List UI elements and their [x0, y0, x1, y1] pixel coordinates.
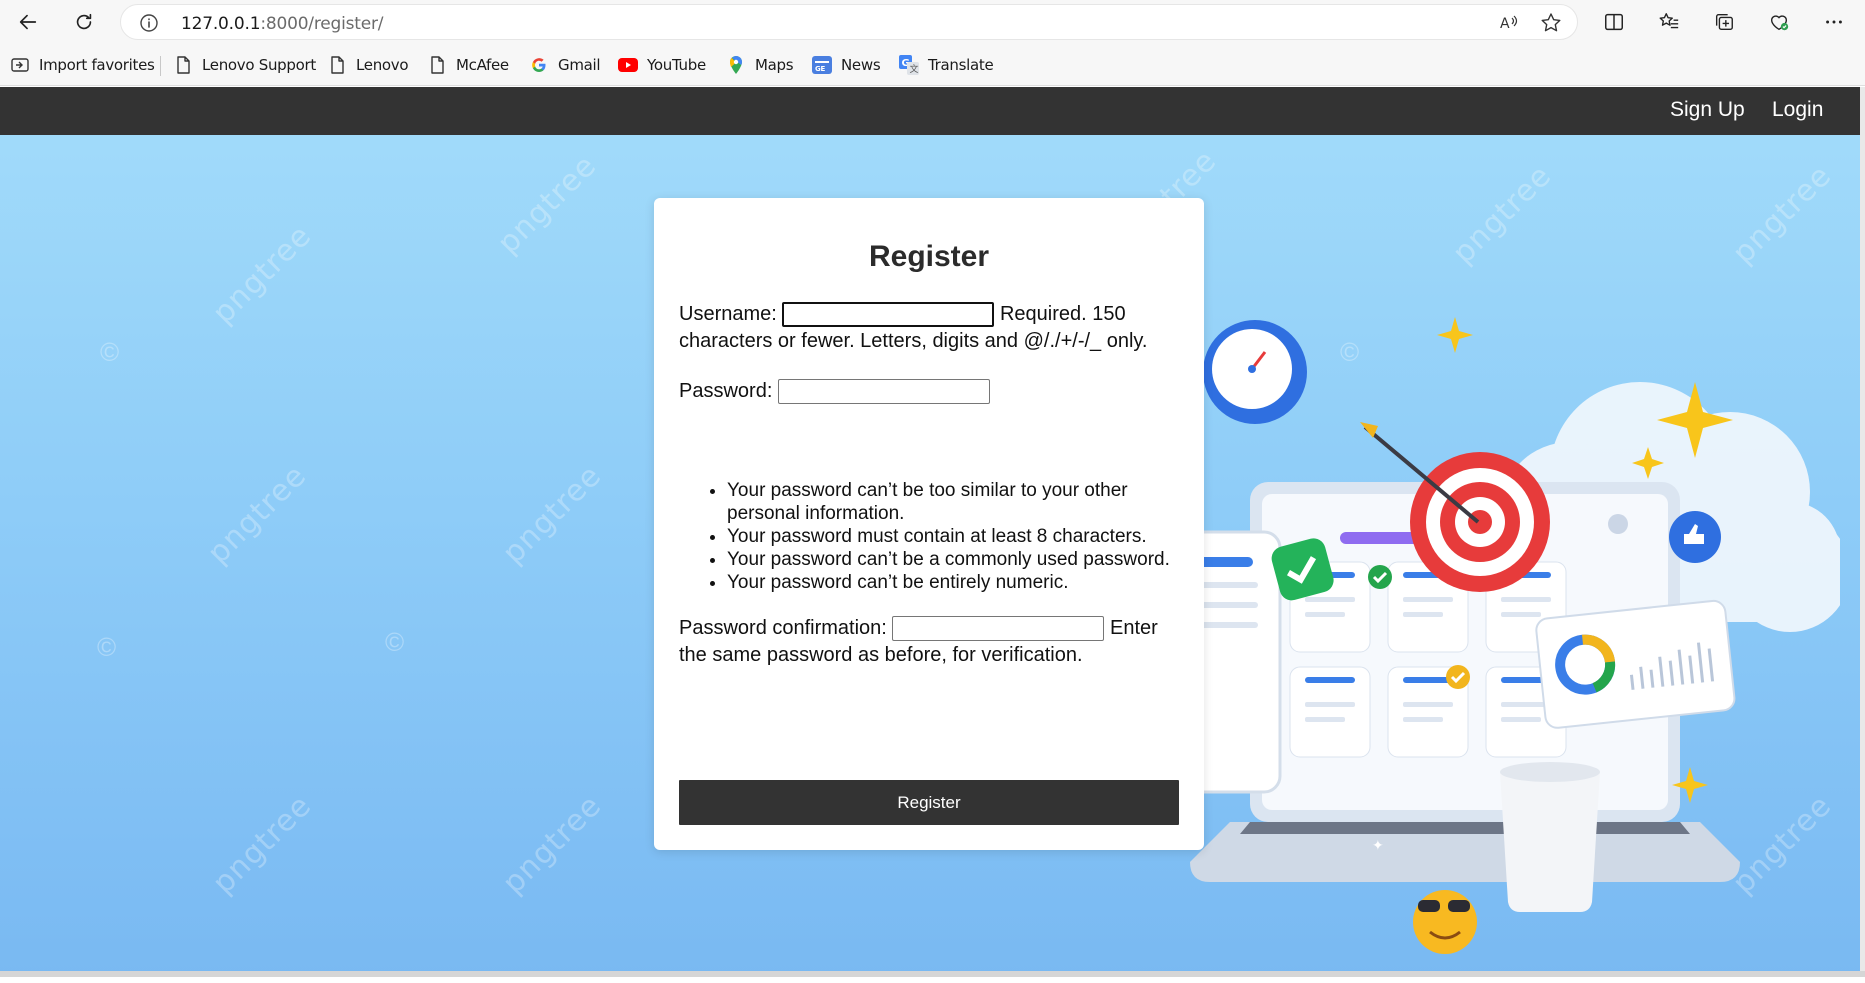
bookmark-youtube[interactable]: YouTube: [618, 54, 706, 76]
favorite-star-icon[interactable]: [1540, 12, 1562, 34]
watermark: pngtree: [495, 788, 609, 901]
bookmark-lenovo-support[interactable]: Lenovo Support: [173, 54, 316, 76]
svg-text:A: A: [1500, 16, 1510, 32]
svg-text:文: 文: [910, 63, 919, 75]
password-confirmation-input[interactable]: [892, 616, 1105, 642]
more-menu-icon[interactable]: [1818, 6, 1850, 38]
page-icon: [173, 55, 193, 75]
svg-text:✦: ✦: [1372, 837, 1384, 853]
bookmark-separator: [160, 56, 161, 76]
register-button[interactable]: Register: [679, 780, 1179, 825]
watermark: pngtree: [495, 458, 609, 571]
back-icon[interactable]: [12, 6, 44, 38]
bookmark-gmail[interactable]: Gmail: [529, 54, 601, 76]
password-row: Password:: [679, 378, 1184, 405]
hero-illustration: ✦: [1190, 317, 1840, 954]
bookmark-translate[interactable]: G文 Translate: [899, 54, 994, 76]
watermark: pngtree: [205, 218, 319, 331]
register-card: Register Username: Required. 150 charact…: [654, 198, 1204, 850]
password-hint: Your password can’t be entirely numeric.: [727, 571, 1197, 594]
collections-icon[interactable]: [1708, 6, 1740, 38]
news-icon: GE: [812, 55, 832, 75]
bookmark-label: Lenovo: [356, 56, 409, 74]
signup-link[interactable]: Sign Up: [1670, 98, 1745, 122]
bookmark-lenovo[interactable]: Lenovo: [327, 54, 409, 76]
bookmark-mcafee[interactable]: McAfee: [427, 54, 509, 76]
bookmark-label: Translate: [928, 56, 994, 74]
page-icon: [327, 55, 347, 75]
import-favorites-icon: [10, 55, 30, 75]
translate-icon: G文: [899, 55, 919, 75]
bookmark-label: Maps: [755, 56, 794, 74]
site-navbar: Sign Up Login: [0, 87, 1860, 135]
address-bar[interactable]: 127.0.0.1:8000/register/ A: [120, 4, 1578, 40]
copyright-icon: ©: [100, 337, 120, 367]
watermark: pngtree: [1445, 158, 1559, 271]
bookmark-label: McAfee: [456, 56, 509, 74]
watermark: pngtree: [1725, 158, 1839, 271]
password-hint: Your password must contain at least 8 ch…: [727, 525, 1197, 548]
svg-text:GE: GE: [815, 65, 825, 73]
copyright-icon: ©: [97, 632, 117, 662]
username-input[interactable]: [782, 302, 995, 328]
username-label: Username:: [679, 303, 777, 325]
password-input[interactable]: [777, 379, 990, 405]
horizontal-scrollbar[interactable]: [0, 971, 1865, 977]
bookmark-label: Gmail: [558, 56, 601, 74]
vertical-scrollbar[interactable]: [1860, 87, 1865, 977]
watermark: pngtree: [205, 788, 319, 901]
bookmark-import-favorites[interactable]: Import favorites: [10, 54, 155, 76]
login-link[interactable]: Login: [1772, 98, 1823, 122]
bookmark-news[interactable]: GE News: [812, 54, 881, 76]
bookmark-maps[interactable]: Maps: [726, 54, 794, 76]
bookmark-label: YouTube: [647, 56, 706, 74]
refresh-icon[interactable]: [68, 6, 100, 38]
password-label: Password:: [679, 380, 773, 402]
copyright-icon: ©: [385, 627, 405, 657]
browser-essentials-icon[interactable]: [1763, 6, 1795, 38]
favorites-icon[interactable]: [1653, 6, 1685, 38]
password-hint: Your password can’t be a commonly used p…: [727, 548, 1197, 571]
bookmark-label: Lenovo Support: [202, 56, 316, 74]
page-viewport: pngtree pngtree pngtree pngtree pngtree …: [0, 87, 1865, 977]
page-icon: [427, 55, 447, 75]
bookmarks-bar: Import favorites Lenovo Support Lenovo M…: [0, 44, 1865, 86]
bookmark-label: Import favorites: [39, 56, 155, 74]
username-row: Username: Required. 150 characters or fe…: [679, 301, 1184, 355]
watermark: pngtree: [200, 458, 314, 571]
url-text[interactable]: 127.0.0.1:8000/register/: [181, 14, 384, 34]
youtube-icon: [618, 55, 638, 75]
password-hint: Your password can’t be too similar to yo…: [727, 479, 1197, 525]
maps-pin-icon: [726, 55, 746, 75]
browser-toolbar: 127.0.0.1:8000/register/ A: [0, 0, 1865, 44]
watermark: pngtree: [490, 148, 604, 261]
password-confirmation-label: Password confirmation:: [679, 617, 887, 639]
read-aloud-icon[interactable]: A: [1498, 12, 1520, 34]
bookmark-label: News: [841, 56, 881, 74]
site-info-icon[interactable]: [139, 13, 159, 33]
split-screen-icon[interactable]: [1598, 6, 1630, 38]
google-icon: [529, 55, 549, 75]
password-confirmation-row: Password confirmation: Enter the same pa…: [679, 615, 1184, 669]
form-title: Register: [868, 240, 990, 273]
password-help-list: Your password can’t be too similar to yo…: [727, 479, 1197, 594]
